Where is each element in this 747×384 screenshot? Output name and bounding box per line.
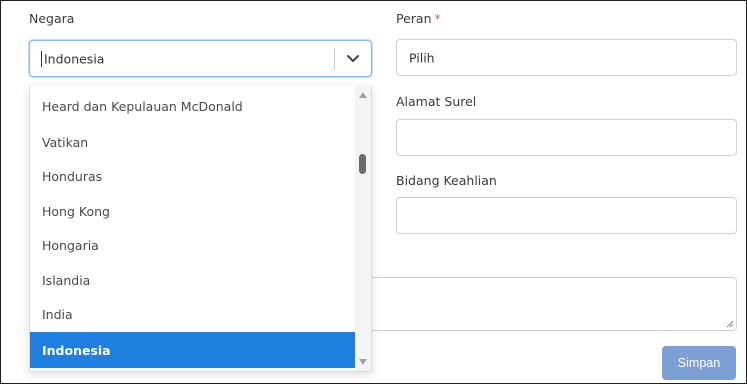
required-mark: *: [434, 11, 441, 26]
peran-field[interactable]: Pilih: [396, 39, 737, 76]
dropdown-option[interactable]: Hongaria: [30, 227, 356, 263]
select-separator: [334, 48, 335, 70]
scroll-down-arrow-icon[interactable]: [359, 359, 367, 365]
dropdown-option[interactable]: Honduras: [30, 158, 356, 194]
negara-dropdown-list[interactable]: Heard dan Kepulauan McDonald Vatikan Hon…: [29, 86, 372, 372]
chevron-down-icon[interactable]: [345, 50, 361, 66]
dropdown-option[interactable]: Heard dan Kepulauan McDonald: [30, 88, 356, 124]
form-panel: Negara Indonesia Peran * Pilih Alamat Sur…: [0, 0, 747, 384]
bidang-keahlian-field[interactable]: [396, 197, 737, 234]
peran-value[interactable]: Pilih: [409, 50, 435, 65]
dropdown-option-selected[interactable]: Indonesia: [30, 332, 356, 368]
resize-grip-icon[interactable]: [724, 318, 734, 328]
peran-label-text: Peran: [396, 11, 432, 26]
save-button[interactable]: Simpan: [662, 346, 736, 380]
peran-label: Peran *: [396, 11, 441, 26]
scroll-up-arrow-icon[interactable]: [359, 92, 367, 98]
description-textarea[interactable]: [371, 277, 737, 331]
negara-select-value[interactable]: Indonesia: [44, 51, 104, 66]
alamat-surel-field[interactable]: [396, 119, 737, 156]
dropdown-scrollbar[interactable]: [355, 86, 371, 371]
text-cursor: [41, 51, 42, 67]
dropdown-option[interactable]: Hong Kong: [30, 193, 356, 229]
dropdown-option[interactable]: India: [30, 296, 356, 332]
negara-select[interactable]: Indonesia: [29, 40, 372, 77]
scrollbar-thumb[interactable]: [359, 154, 366, 174]
dropdown-option[interactable]: Islandia: [30, 262, 356, 298]
alamat-surel-label: Alamat Surel: [396, 94, 477, 109]
dropdown-option[interactable]: Vatikan: [30, 124, 356, 160]
bidang-keahlian-label: Bidang Keahlian: [396, 173, 497, 188]
negara-label: Negara: [29, 11, 75, 26]
